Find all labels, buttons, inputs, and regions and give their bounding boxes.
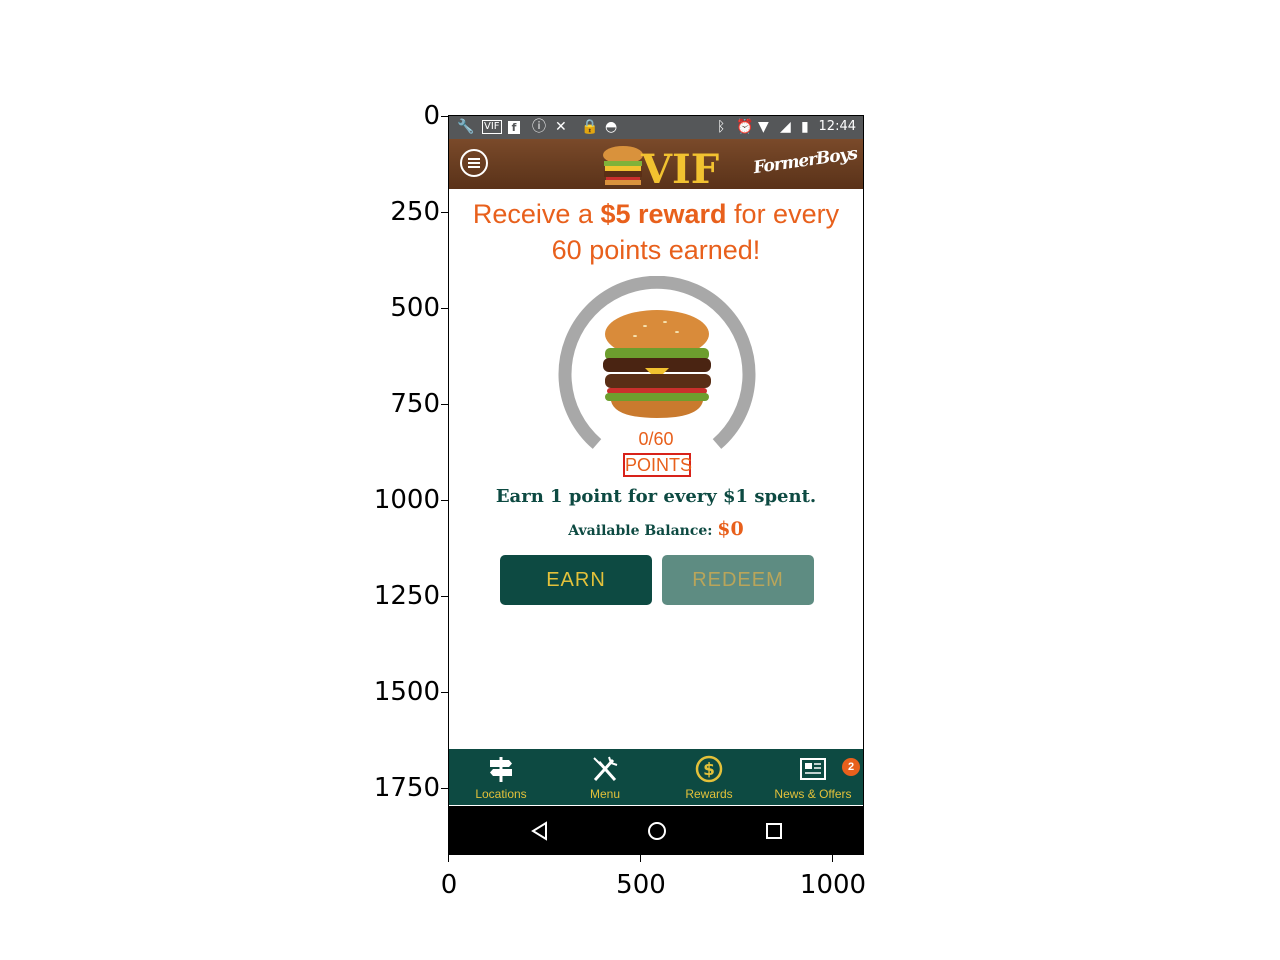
recent-apps-icon[interactable] [765,822,783,840]
points-count: 0/60 [638,429,674,449]
signal-icon: ◢ [780,119,791,135]
y-tick [441,212,448,213]
tools-icon: ✕ [555,119,567,135]
wrench-icon: 🔧 [457,119,475,135]
redeem-button[interactable]: REDEEM [662,555,814,605]
dollar-coin-icon: $ [695,755,723,783]
balance-label: Available Balance: [568,523,713,539]
alarm-icon: ⏰ [736,119,754,135]
x-tick-label: 1000 [799,870,867,900]
promo-reward-amount: $5 reward [600,199,727,229]
battery-icon: ▮ [801,119,809,135]
android-navigation-bar [449,806,863,854]
bluetooth-icon: ᛒ [717,119,726,135]
wifi-icon: ▼ [758,119,769,135]
points-label: POINTS [623,453,693,477]
vif-burger-logo: VIF [603,146,719,187]
x-tick [448,855,449,862]
balance-value: $0 [717,518,744,540]
earn-rate-text: Earn 1 point for every $1 spent. [495,486,817,507]
x-tick-label: 0 [440,870,458,900]
status-time: 12:44 [818,119,856,134]
hamburger-menu-button[interactable] [460,149,488,177]
y-tick-label: 1750 [373,773,440,803]
nav-item-menu[interactable]: Menu [553,749,657,805]
x-tick-label: 500 [616,870,666,900]
nav-label: Rewards [685,787,733,801]
phone-screen: 🔧 VIF f ⓘ ✕ 🔒 ◓ ᛒ ⏰ ▼ ◢ ▮ 12:44 VIF Form… [448,115,864,855]
y-tick-label: 0 [423,101,440,131]
vif-logo-text: VIF [640,146,719,187]
y-tick-label: 250 [390,197,440,227]
signpost-icon [490,757,512,782]
y-tick [441,788,448,789]
bottom-navigation: Locations Menu $ Rewards News & Offers [449,749,863,805]
android-icon: ◓ [605,119,618,135]
y-tick [441,692,448,693]
nav-item-locations[interactable]: Locations [449,749,553,805]
svg-text:$: $ [703,760,715,780]
y-tick [441,116,448,117]
vif-icon: VIF [482,120,502,134]
back-icon[interactable] [531,821,549,841]
x-tick [640,855,641,862]
y-tick-label: 1000 [373,485,440,515]
available-balance: Available Balance: $0 [449,518,863,540]
y-tick [441,404,448,405]
newspaper-icon [800,758,826,780]
lock-icon: 🔒 [581,119,599,135]
promo-line-1: Receive a $5 reward for every [472,199,840,229]
menu-line [468,162,480,164]
home-icon[interactable] [647,821,667,841]
y-tick-label: 500 [390,293,440,323]
brand-logo: FormerBoys [751,143,858,179]
nav-label: News & Offers [774,787,852,801]
y-tick [441,308,448,309]
earn-button[interactable]: EARN [500,555,652,605]
promo-line-2: 60 points earned! [551,235,761,265]
menu-line [468,158,480,160]
y-tick-label: 1500 [373,677,440,707]
status-bar: 🔧 VIF f ⓘ ✕ 🔒 ◓ ᛒ ⏰ ▼ ◢ ▮ 12:44 [449,116,863,139]
promo-text: Receive a $5 reward for every 60 points … [449,196,863,268]
info-icon: ⓘ [532,119,546,135]
utensils-icon [593,756,618,782]
notification-badge: 2 [842,758,860,776]
x-tick [832,855,833,862]
burger-image [603,310,711,418]
y-tick-label: 750 [390,389,440,419]
y-tick [441,500,448,501]
menu-line [468,166,480,168]
y-tick-label: 1250 [373,581,440,611]
y-tick [441,596,448,597]
facebook-icon: f [508,121,520,134]
nav-label: Locations [475,787,527,801]
nav-item-rewards[interactable]: $ Rewards [657,749,761,805]
app-header: VIF FormerBoys [449,139,863,189]
nav-label: Menu [589,787,621,801]
